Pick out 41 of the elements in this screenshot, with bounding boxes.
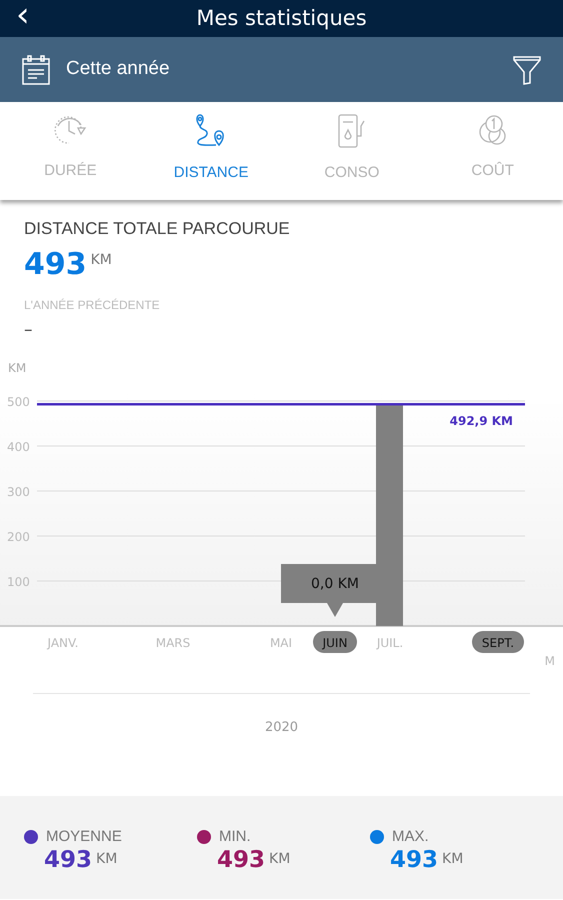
stat-value: 493 [390,848,438,872]
tick-label: 400 [7,440,30,454]
tick-label: 100 [7,575,30,589]
stat-label: MOYENNE [46,827,122,847]
stat-label: MAX. [392,827,429,847]
stat-label: MIN. [219,827,251,847]
unit-label: KM [90,250,112,270]
clock-icon [53,114,88,146]
month-pill[interactable]: SEPT. [472,631,524,653]
previous-year-value: – [24,318,34,342]
tab[interactable]: COÛT [422,102,563,200]
year-label: 2020 [264,720,298,735]
x-tick-label: SEPT. [482,636,514,650]
fuel-pump-icon [336,114,367,148]
filter-icon[interactable] [513,54,541,84]
month-label[interactable]: JANV. [48,636,78,650]
average-label: 492,9 KM [450,414,513,428]
unit-label: KM [442,850,464,868]
calendar-icon[interactable] [22,54,50,84]
axis-label: KM [8,361,26,375]
unit-label: KM [96,850,118,868]
tab[interactable]: DISTANCE [140,102,282,200]
x-tick-label: JUIN [322,636,348,650]
month-pill[interactable]: JUIN [313,631,357,653]
tick-label: 300 [7,485,30,499]
month-label[interactable]: JUIL. [376,636,404,650]
month-label: M [544,654,555,668]
tick-label: 500 [7,395,30,409]
tab[interactable]: CONSO [282,102,422,200]
total-value: 493 [24,250,87,280]
screen-title: Mes statistiques [196,5,367,32]
stat-value: 493 [217,848,266,872]
tab[interactable]: DURÉE [0,102,141,200]
stat-value: 493 [44,848,92,872]
unit-label: KM [269,850,290,868]
tick-label: 200 [7,530,30,544]
back-button[interactable]: ‹ [12,0,34,30]
month-label[interactable]: MAI [270,636,292,650]
previous-year-label: L'ANNÉE PRÉCÉDENTE [24,296,161,314]
month-label[interactable]: MARS [156,636,190,650]
summary-title: DISTANCE TOTALE PARCOURUE [24,218,291,240]
